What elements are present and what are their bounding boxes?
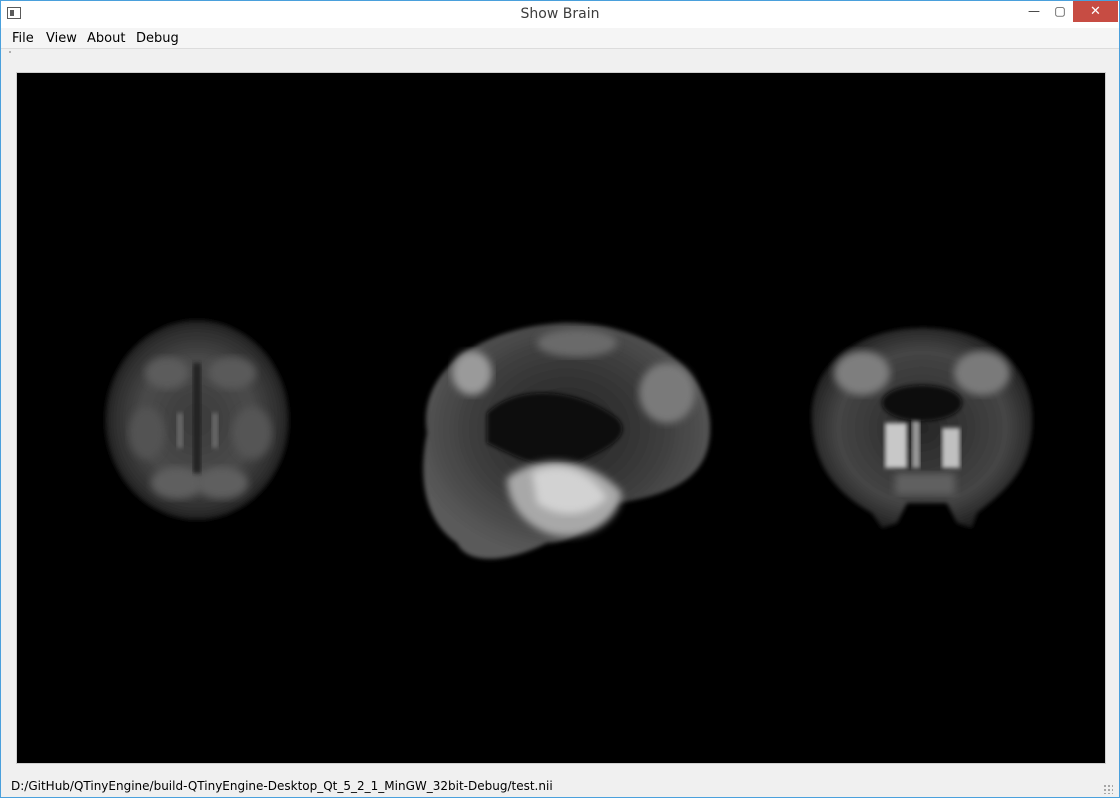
resize-grip-icon[interactable]: [1103, 784, 1113, 794]
toolbar-handle[interactable]: [9, 51, 11, 53]
file-path: D:/GitHub/QTinyEngine/build-QTinyEngine-…: [11, 779, 553, 793]
title-bar[interactable]: Show Brain — ▢ ✕: [1, 1, 1119, 28]
menu-debug[interactable]: Debug: [136, 31, 179, 46]
menu-view[interactable]: View: [46, 31, 77, 46]
close-button[interactable]: ✕: [1073, 1, 1118, 22]
window-title: Show Brain: [520, 6, 600, 22]
brain-slices-canvas: [105, 320, 1033, 559]
brain-viewport[interactable]: [16, 72, 1106, 764]
status-bar: D:/GitHub/QTinyEngine/build-QTinyEngine-…: [1, 777, 1119, 797]
coronal-slice: [811, 328, 1033, 528]
maximize-button[interactable]: ▢: [1047, 1, 1073, 22]
sagittal-slice: [423, 322, 711, 559]
menu-divider: [1, 48, 1119, 49]
menu-file[interactable]: File: [12, 31, 34, 46]
menu-about[interactable]: About: [87, 31, 125, 46]
menu-bar: File View About Debug: [1, 28, 1119, 48]
axial-slice: [105, 320, 289, 520]
main-window: Show Brain — ▢ ✕ File View About Debug D…: [0, 0, 1120, 798]
minimize-button[interactable]: —: [1021, 1, 1047, 22]
